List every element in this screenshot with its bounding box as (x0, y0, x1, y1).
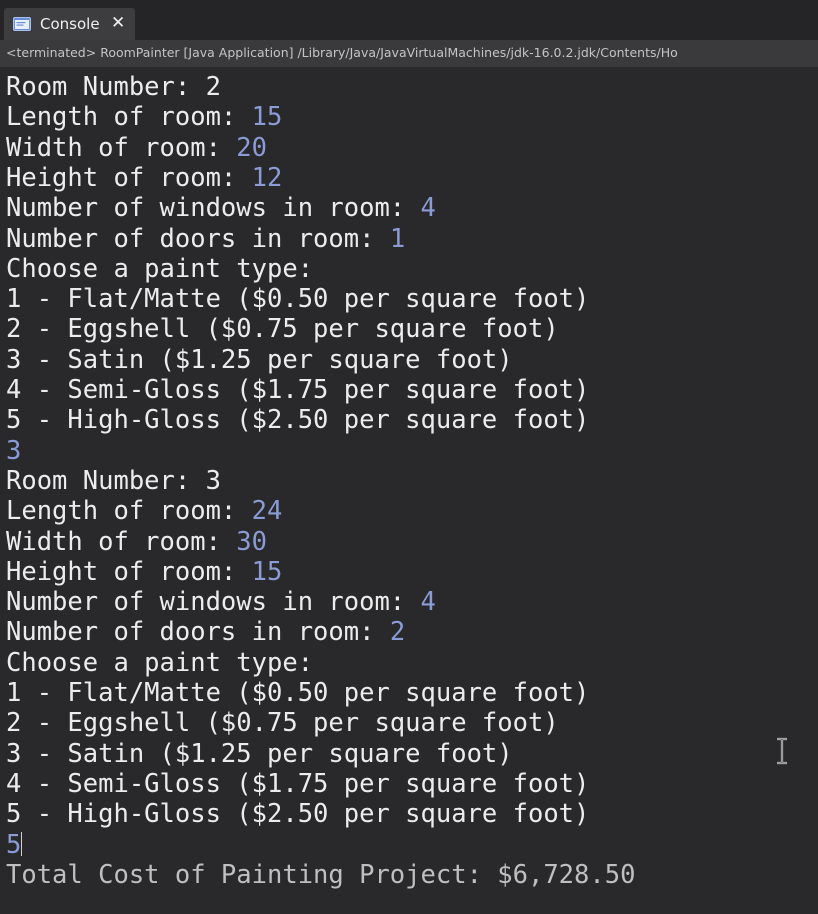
total-cost-line: Total Cost of Painting Project: $6,728.5… (6, 860, 635, 890)
console-line: 3 (6, 436, 21, 466)
console-output-text: Width of room: (6, 133, 237, 163)
console-output-text: Number of windows in room: (6, 193, 421, 223)
console-output-text: 2 - Eggshell ($0.75 per square foot) (6, 314, 559, 344)
console-output-text: 4 - Semi-Gloss ($1.75 per square foot) (6, 769, 590, 799)
console-output-text: Number of doors in room: (6, 224, 390, 254)
console-line: Room Number: 2 (6, 72, 221, 102)
console-line: 5 (6, 830, 23, 860)
console-line: Height of room: 15 (6, 557, 282, 587)
console-user-input: 15 (251, 557, 283, 587)
tab-label: Console (40, 15, 100, 33)
console-user-input: 4 (420, 193, 436, 223)
console-user-input: 4 (420, 587, 436, 617)
console-output[interactable]: Room Number: 2 Length of room: 15 Width of… (0, 70, 818, 914)
console-output-text: 5 - High-Gloss ($2.50 per square foot) (6, 799, 590, 829)
console-output-text: 1 - Flat/Matte ($0.50 per square foot) (6, 284, 590, 314)
console-line: Number of doors in room: 2 (6, 617, 405, 647)
console-output-text: Number of windows in room: (6, 587, 421, 617)
console-line: 2 - Eggshell ($0.75 per square foot) (6, 314, 559, 344)
console-output-text: Length of room: (6, 102, 252, 132)
console-line: 5 - High-Gloss ($2.50 per square foot) (6, 405, 589, 435)
console-line: 3 - Satin ($1.25 per square foot) (6, 739, 513, 769)
console-output-text: Length of room: (6, 496, 252, 526)
close-icon[interactable]: ✕ (111, 12, 125, 34)
console-line: 4 - Semi-Gloss ($1.75 per square foot) (6, 375, 589, 405)
console-output-text: Number of doors in room: (6, 617, 390, 647)
console-output-text: 5 - High-Gloss ($2.50 per square foot) (6, 405, 590, 435)
console-line: Length of room: 24 (6, 496, 282, 526)
process-status-text: <terminated> RoomPainter [Java Applicati… (6, 45, 678, 60)
tab-console[interactable]: Console ✕ (4, 8, 135, 40)
console-output-text: Width of room: (6, 527, 237, 557)
console-line: 5 - High-Gloss ($2.50 per square foot) (6, 799, 589, 829)
console-line: Room Number: 3 (6, 466, 221, 496)
console-line: 4 - Semi-Gloss ($1.75 per square foot) (6, 769, 589, 799)
console-line: Width of room: 20 (6, 133, 267, 163)
console-line: Choose a paint type: (6, 254, 313, 284)
console-line: Length of room: 15 (6, 102, 282, 132)
console-output-text: Total Cost of Painting Project: $6,728.5… (6, 860, 636, 890)
console-user-input: 5 (6, 830, 22, 860)
console-user-input: 12 (251, 163, 283, 193)
console-line: Choose a paint type: (6, 648, 313, 678)
console-output-text: 1 - Flat/Matte ($0.50 per square foot) (6, 678, 590, 708)
console-line: Number of windows in room: 4 (6, 587, 436, 617)
console-user-input: 15 (251, 102, 283, 132)
console-user-input: 30 (236, 527, 268, 557)
console-line: 1 - Flat/Matte ($0.50 per square foot) (6, 678, 589, 708)
console-line: 2 - Eggshell ($0.75 per square foot) (6, 708, 559, 738)
console-output-text: Height of room: (6, 163, 252, 193)
console-output-text: 3 - Satin ($1.25 per square foot) (6, 345, 513, 375)
console-user-input: 3 (6, 436, 22, 466)
input-caret (21, 832, 23, 856)
console-user-input: 1 (389, 224, 406, 254)
text-cursor-icon (777, 737, 787, 765)
console-output-text: 4 - Semi-Gloss ($1.75 per square foot) (6, 375, 590, 405)
console-line: Number of doors in room: 1 (6, 224, 405, 254)
console-output-text: 3 - Satin ($1.25 per square foot) (6, 739, 513, 769)
view-tab-bar: Console ✕ (0, 0, 818, 40)
console-line: Number of windows in room: 4 (6, 193, 436, 223)
console-user-input: 20 (236, 133, 268, 163)
console-output-text: Room Number: 3 (6, 466, 221, 496)
console-output-text: 2 - Eggshell ($0.75 per square foot) (6, 708, 559, 738)
console-icon (13, 17, 31, 31)
console-user-input: 24 (251, 496, 283, 526)
console-line: 3 - Satin ($1.25 per square foot) (6, 345, 513, 375)
console-output-text: Choose a paint type: (6, 648, 314, 678)
console-user-input: 2 (389, 617, 406, 647)
console-line: 1 - Flat/Matte ($0.50 per square foot) (6, 284, 589, 314)
console-output-text: Choose a paint type: (6, 254, 314, 284)
console-line: Height of room: 12 (6, 163, 282, 193)
console-output-text: Height of room: (6, 557, 252, 587)
process-status-bar: <terminated> RoomPainter [Java Applicati… (0, 40, 818, 68)
console-line: Width of room: 30 (6, 527, 267, 557)
console-output-text: Room Number: 2 (6, 72, 221, 102)
